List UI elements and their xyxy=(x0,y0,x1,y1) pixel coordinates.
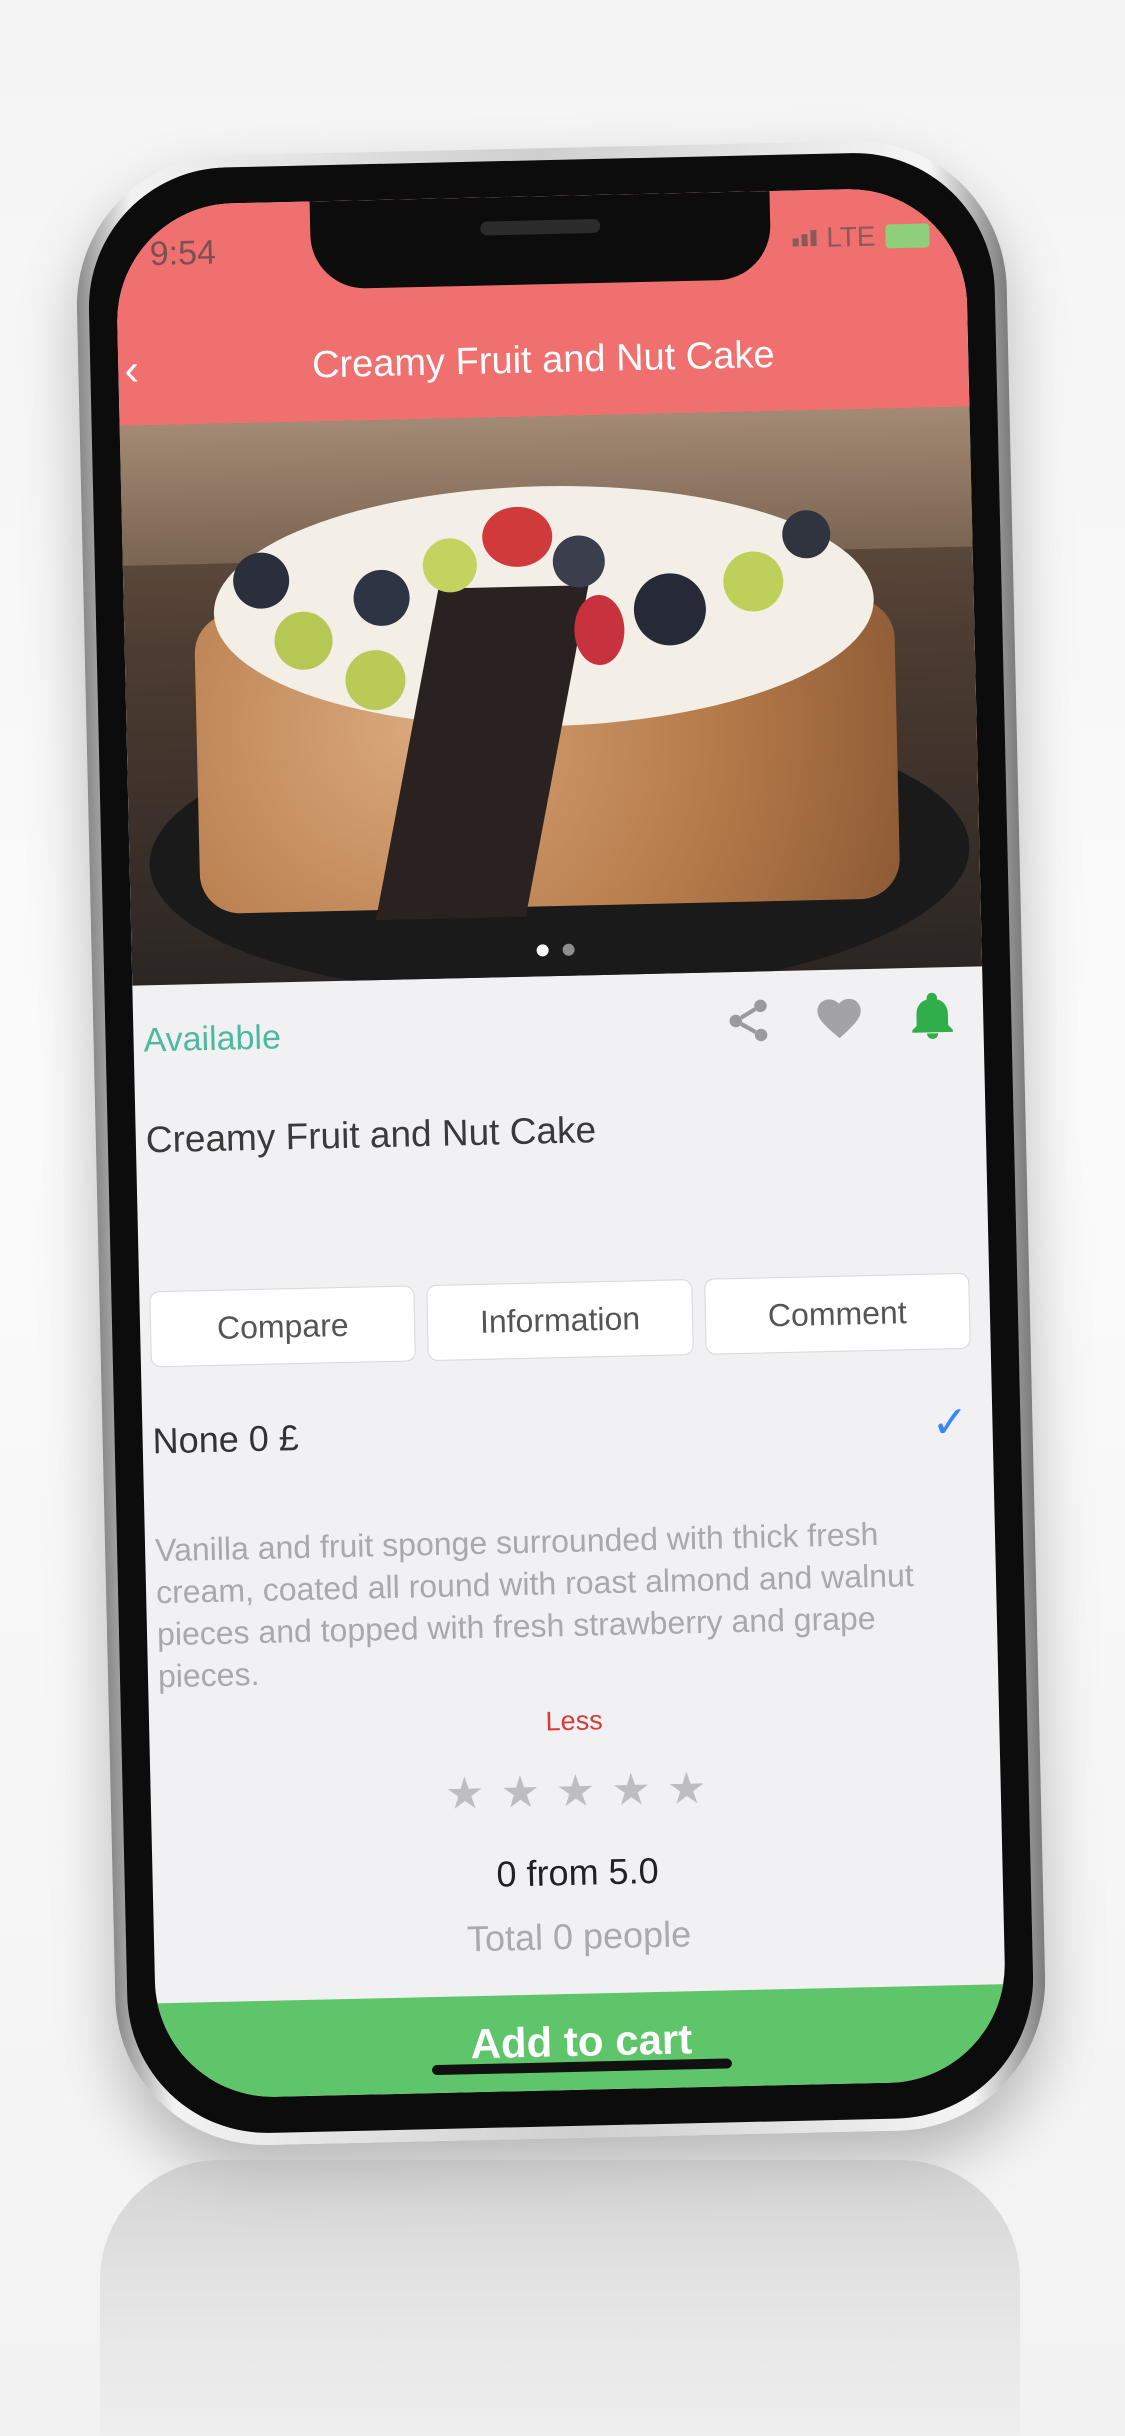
rating-stars[interactable]: ★ ★ ★ ★ ★ xyxy=(150,1756,1001,1826)
page-title: Creamy Fruit and Nut Cake xyxy=(311,333,775,387)
rating-value: 0 from 5.0 xyxy=(496,1849,660,1895)
detail-tabs: Compare Information Comment xyxy=(149,1272,971,1368)
phone-bezel: 9:54 LTE ‹ Creamy Fruit and Nut Cake Ava… xyxy=(85,149,1037,2137)
option-label: None 0 £ xyxy=(152,1416,300,1461)
tab-information[interactable]: Information xyxy=(426,1279,694,1362)
star-icon[interactable]: ★ xyxy=(666,1763,707,1815)
star-icon[interactable]: ★ xyxy=(555,1765,596,1817)
product-actions xyxy=(723,989,960,1048)
signal-icon xyxy=(792,229,817,247)
speaker-grille xyxy=(480,218,601,236)
star-icon[interactable]: ★ xyxy=(500,1767,541,1819)
product-title: Creamy Fruit and Nut Cake xyxy=(145,1109,597,1161)
share-icon[interactable] xyxy=(723,995,774,1046)
status-icons: LTE xyxy=(792,219,930,254)
battery-icon xyxy=(885,223,930,249)
network-label: LTE xyxy=(825,220,876,253)
app-screen: 9:54 LTE ‹ Creamy Fruit and Nut Cake Ava… xyxy=(114,186,1008,2100)
add-to-cart-button[interactable]: Add to cart xyxy=(155,1984,1008,2100)
rating-count: Total 0 people xyxy=(466,1913,692,1960)
status-time: 9:54 xyxy=(149,233,217,274)
option-row[interactable]: None 0 £ ✓ xyxy=(152,1397,969,1466)
phone-frame: 9:54 LTE ‹ Creamy Fruit and Nut Cake Ava… xyxy=(73,137,1049,2149)
less-toggle[interactable]: Less xyxy=(149,1696,999,1746)
product-image-carousel[interactable] xyxy=(119,406,983,986)
heart-icon[interactable] xyxy=(813,992,866,1045)
bell-icon[interactable] xyxy=(905,989,960,1044)
carousel-page-dots[interactable] xyxy=(536,943,575,957)
product-description: Vanilla and fruit sponge surrounded with… xyxy=(154,1515,915,1695)
star-icon[interactable]: ★ xyxy=(611,1764,652,1816)
notch xyxy=(309,191,772,290)
tab-compare[interactable]: Compare xyxy=(149,1285,417,1368)
product-detail: Available Creamy Fruit and Nut Cake Comp… xyxy=(132,966,1008,2100)
chevron-left-icon[interactable]: ‹ xyxy=(124,345,140,395)
page-dot-active xyxy=(536,944,549,957)
checkmark-icon: ✓ xyxy=(931,1397,969,1448)
page-dot xyxy=(562,943,575,956)
tab-comment[interactable]: Comment xyxy=(703,1272,971,1355)
phone-reflection xyxy=(100,2160,1020,2436)
availability-status: Available xyxy=(143,1018,282,1060)
star-icon[interactable]: ★ xyxy=(445,1768,486,1820)
